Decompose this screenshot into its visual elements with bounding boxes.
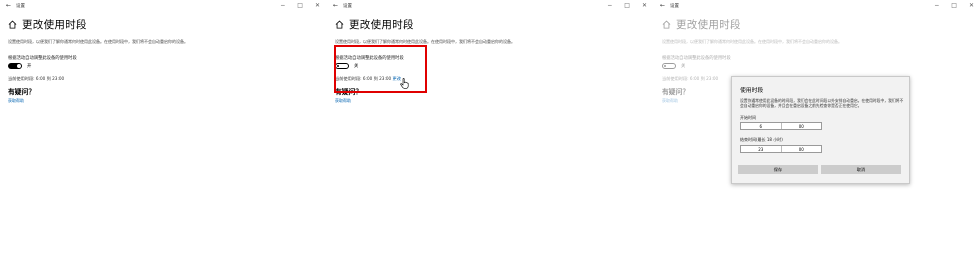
page-title: 更改使用时段 xyxy=(22,19,87,31)
auto-adjust-label: 根据活动自动调整此设备的使用时段 xyxy=(662,56,731,61)
toggle-state-text: 关 xyxy=(681,64,686,69)
page-heading: 更改使用时段 xyxy=(335,17,414,32)
dialog-title: 使用时段 xyxy=(740,88,764,94)
save-button[interactable]: 保存 xyxy=(738,165,818,174)
back-arrow-icon[interactable]: ← xyxy=(333,3,338,9)
page-heading: 更改使用时段 xyxy=(662,17,741,32)
settings-window-1: ← 设置 − □ ✕ 更改使用时段 设置使用时段，以便我们了解你通常何时使用此设… xyxy=(0,0,326,258)
close-icon[interactable]: ✕ xyxy=(969,2,974,9)
maximize-icon[interactable]: □ xyxy=(951,2,957,9)
home-icon xyxy=(335,20,344,29)
back-arrow-icon[interactable]: ← xyxy=(6,3,11,9)
minimize-icon[interactable]: − xyxy=(280,2,285,9)
minimize-icon[interactable]: − xyxy=(607,2,612,9)
close-icon[interactable]: ✕ xyxy=(315,2,320,9)
start-minute[interactable]: 00 xyxy=(782,123,822,129)
question-heading: 有疑问？ xyxy=(662,88,690,96)
home-icon xyxy=(8,20,17,29)
window-title: 设置 xyxy=(16,4,25,9)
cancel-button[interactable]: 取消 xyxy=(821,165,901,174)
get-help-link: 获取帮助 xyxy=(662,98,678,103)
highlight-box xyxy=(334,45,427,93)
auto-adjust-label: 根据活动自动调整此设备的使用时段 xyxy=(8,56,77,61)
auto-adjust-toggle[interactable] xyxy=(8,63,22,69)
get-help-link[interactable]: 获取帮助 xyxy=(8,98,24,104)
window-title: 设置 xyxy=(343,4,352,9)
title-bar: ← 设置 − □ ✕ xyxy=(327,0,653,12)
end-hour[interactable]: 23 xyxy=(741,146,781,152)
end-time-label: 结束时间(最长 18 小时) xyxy=(740,137,783,142)
dialog-description: 设置你通常使用此设备的时间段，我们会在此时间段以外安排自动重启。在使用时段中，我… xyxy=(740,98,904,108)
start-hour[interactable]: 6 xyxy=(741,123,781,129)
get-help-link[interactable]: 获取帮助 xyxy=(335,98,351,104)
settings-window-2: ← 设置 − □ ✕ 更改使用时段 设置使用时段，以便我们了解你通常何时使用此设… xyxy=(327,0,653,258)
minimize-icon[interactable]: − xyxy=(934,2,939,9)
home-icon xyxy=(662,20,671,29)
page-title: 更改使用时段 xyxy=(676,19,741,31)
page-description: 设置使用时段，以便我们了解你通常何时使用此设备。在使用时段中，我们将不会自动重启… xyxy=(662,39,842,44)
title-bar: ← 设置 − □ ✕ xyxy=(0,0,326,12)
page-description: 设置使用时段，以便我们了解你通常何时使用此设备。在使用时段中，我们将不会自动重启… xyxy=(8,39,188,44)
active-hours-dialog: 使用时段 设置你通常使用此设备的时间段，我们会在此时间段以外安排自动重启。在使用… xyxy=(731,76,910,184)
question-heading: 有疑问？ xyxy=(8,88,36,96)
start-time-picker[interactable]: 6 00 xyxy=(740,122,822,130)
current-hours-text: 当前使用时段: 6:00 到 23:00 xyxy=(662,76,719,81)
back-arrow-icon[interactable]: ← xyxy=(660,3,665,9)
maximize-icon[interactable]: □ xyxy=(297,2,303,9)
title-bar: ← 设置 − □ ✕ xyxy=(654,0,980,12)
start-time-label: 开始时间 xyxy=(740,115,756,120)
end-time-picker[interactable]: 23 00 xyxy=(740,145,822,153)
end-minute[interactable]: 00 xyxy=(782,146,822,152)
pointer-hand-icon xyxy=(400,78,409,89)
maximize-icon[interactable]: □ xyxy=(624,2,630,9)
page-heading: 更改使用时段 xyxy=(8,17,87,32)
close-icon[interactable]: ✕ xyxy=(642,2,647,9)
current-hours-text: 当前使用时段: 6:00 到 23:00 xyxy=(8,76,65,81)
window-title: 设置 xyxy=(670,4,679,9)
toggle-state-text: 开 xyxy=(27,64,32,69)
auto-adjust-toggle xyxy=(662,63,676,69)
page-title: 更改使用时段 xyxy=(349,19,414,31)
